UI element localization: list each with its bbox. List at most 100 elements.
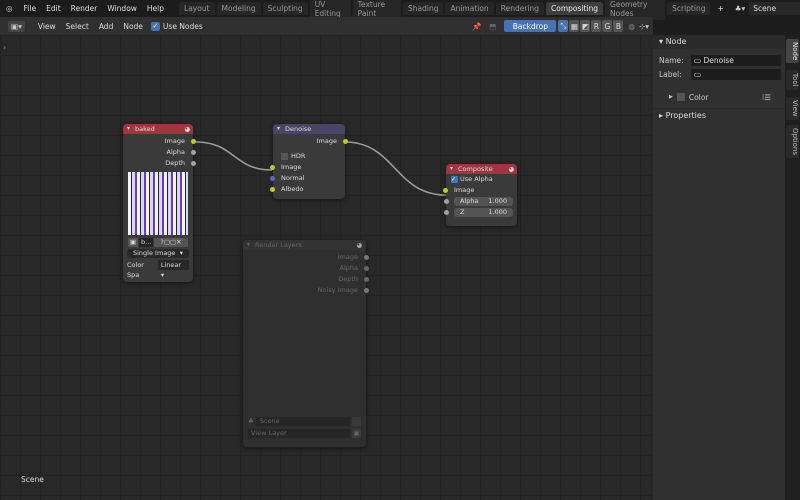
overlay-icon[interactable]: ◍ — [628, 22, 635, 31]
menu-select[interactable]: Select — [61, 22, 94, 31]
node-header[interactable]: Render Layers ◕ — [243, 240, 366, 250]
color-subpanel[interactable]: ▶ Color ⁝☰ — [653, 91, 785, 103]
hdr-checkbox[interactable] — [281, 152, 288, 160]
name-label: Name: — [659, 56, 684, 65]
add-workspace-button[interactable]: + — [712, 4, 728, 13]
alpha-field[interactable]: Alpha 1.000 — [444, 197, 513, 206]
menu-add[interactable]: Add — [94, 22, 119, 31]
image-preview — [128, 172, 188, 235]
denoise-node[interactable]: Denoise Image HDR Image Normal Albedo — [270, 124, 348, 199]
tab-layout[interactable]: Layout — [179, 2, 215, 15]
tab-compositing[interactable]: Compositing — [546, 2, 604, 15]
gizmo-icon[interactable]: ⊹▾ — [639, 22, 649, 31]
hdr-checkbox-row[interactable]: HDR — [273, 151, 345, 162]
composite-node[interactable]: Composite ◕ ✓Use Alpha Image Alpha1.000 Z… — [443, 164, 517, 226]
socket[interactable] — [191, 139, 196, 144]
socket[interactable] — [364, 277, 369, 282]
menu-node[interactable]: Node — [118, 22, 148, 31]
output-alpha: Alpha — [123, 147, 196, 158]
output-depth: Depth — [123, 158, 196, 169]
socket[interactable] — [270, 187, 275, 192]
socket[interactable] — [270, 165, 275, 170]
use-alpha-row[interactable]: ✓ Use Alpha — [446, 174, 517, 185]
link-baked-to-denoise — [195, 141, 273, 171]
pin-icon[interactable]: 📌 — [472, 22, 481, 31]
socket[interactable] — [270, 176, 275, 181]
channel-r[interactable]: R — [591, 20, 602, 32]
node-editor-header: ▣▾ View Select Add Node ✓ Use Nodes 📌 ⬒ … — [0, 17, 653, 35]
node-title: Denoise — [285, 125, 312, 133]
socket[interactable] — [191, 150, 196, 155]
output-alpha: Alpha — [243, 263, 369, 274]
socket[interactable] — [364, 266, 369, 271]
image-browse-icon[interactable]: ▣ — [128, 238, 138, 247]
tab-scripting[interactable]: Scripting — [667, 2, 711, 15]
scene-clear-icon[interactable] — [352, 417, 361, 426]
tab-shading[interactable]: Shading — [402, 2, 444, 15]
node-header[interactable]: Denoise — [273, 124, 345, 134]
image-name-field[interactable]: b... — [139, 238, 153, 247]
menu-file[interactable]: File — [19, 4, 42, 13]
socket[interactable] — [364, 288, 369, 293]
scene-icon[interactable]: ♣▾ — [735, 4, 746, 13]
socket[interactable] — [343, 139, 348, 144]
editor-type-icon[interactable]: ▣▾ — [8, 20, 25, 32]
use-alpha-checkbox[interactable]: ✓ — [451, 175, 458, 183]
render-button-icon[interactable]: ▣ — [352, 429, 361, 438]
node-canvas[interactable]: › baked◕ Image Alpha Depth ▣ b... ?▢▢✕ S… — [0, 35, 653, 500]
z-field[interactable]: Z 1.000 — [444, 208, 513, 217]
menu-help[interactable]: Help — [142, 4, 169, 13]
socket[interactable] — [444, 210, 449, 215]
scene-field[interactable]: Scene — [749, 2, 800, 15]
socket[interactable] — [443, 188, 448, 193]
menu-render[interactable]: Render — [66, 4, 103, 13]
view-layer-field[interactable]: View Layer — [248, 429, 350, 438]
color-label: Color — [688, 92, 709, 102]
image-node-baked[interactable]: baked ◕ Image Alpha Depth ▣ b... ?▢▢✕ Sin… — [123, 124, 196, 282]
channel-b[interactable]: B — [613, 20, 624, 32]
image-users-icon[interactable]: ?▢▢✕ — [154, 238, 188, 247]
color-presets-icon[interactable]: ⁝☰ — [762, 93, 771, 102]
render-layers-node[interactable]: Render Layers ◕ Image Alpha Depth Noisy I… — [243, 240, 369, 447]
output-image: Image — [123, 136, 196, 147]
sidebar-tabs: Node Tool View Options — [785, 35, 800, 500]
backdrop-toggle[interactable]: Backdrop — [504, 20, 557, 32]
menu-view[interactable]: View — [33, 22, 61, 31]
name-field[interactable]: ▭ Denoise — [691, 55, 781, 66]
tab-options[interactable]: Options — [786, 125, 799, 159]
color-checkbox[interactable] — [676, 93, 685, 101]
socket[interactable] — [444, 199, 449, 204]
colorspace-label: Color Spa — [127, 261, 144, 279]
node-header[interactable]: baked ◕ — [123, 124, 193, 134]
source-dropdown[interactable]: Single Image ▾ — [127, 249, 189, 258]
tab-modeling[interactable]: Modeling — [216, 2, 261, 15]
use-nodes-checkbox[interactable]: ✓ — [150, 21, 160, 31]
blender-logo-icon[interactable]: ◎ — [0, 4, 19, 13]
image-selector[interactable]: ▣ b... ?▢▢✕ — [128, 238, 188, 247]
parent-icon[interactable]: ⬒ — [489, 22, 496, 31]
node-header[interactable]: Composite ◕ — [446, 164, 517, 174]
backdrop-alpha-icon[interactable]: ◩ — [580, 20, 591, 32]
colorspace-dropdown[interactable]: Linear ▾ — [157, 260, 189, 279]
tab-sculpting[interactable]: Sculpting — [262, 2, 308, 15]
node-title: Composite — [458, 165, 493, 173]
tab-rendering[interactable]: Rendering — [495, 2, 545, 15]
node-title: baked — [135, 125, 155, 133]
backdrop-zoom-icon[interactable]: ⤡ — [558, 20, 569, 32]
properties-panel-header[interactable]: ▸ Properties — [653, 108, 785, 122]
tab-view[interactable]: View — [786, 97, 799, 120]
tab-animation[interactable]: Animation — [445, 2, 494, 15]
top-bar: ◎ File Edit Render Window Help Layout Mo… — [0, 0, 800, 20]
menu-edit[interactable]: Edit — [41, 4, 66, 13]
socket[interactable] — [364, 255, 369, 260]
footer-scene-label: Scene — [21, 475, 44, 484]
scene-field[interactable]: Scene — [255, 417, 350, 426]
backdrop-fit-icon[interactable]: ▦ — [569, 20, 580, 32]
tab-tool[interactable]: Tool — [786, 70, 799, 90]
socket[interactable] — [191, 161, 196, 166]
tab-node[interactable]: Node — [786, 39, 799, 64]
menu-window[interactable]: Window — [102, 4, 142, 13]
node-panel-header[interactable]: ▾ Node — [653, 35, 785, 49]
label-field[interactable]: ▭ — [691, 69, 781, 80]
channel-g[interactable]: G — [602, 20, 613, 32]
